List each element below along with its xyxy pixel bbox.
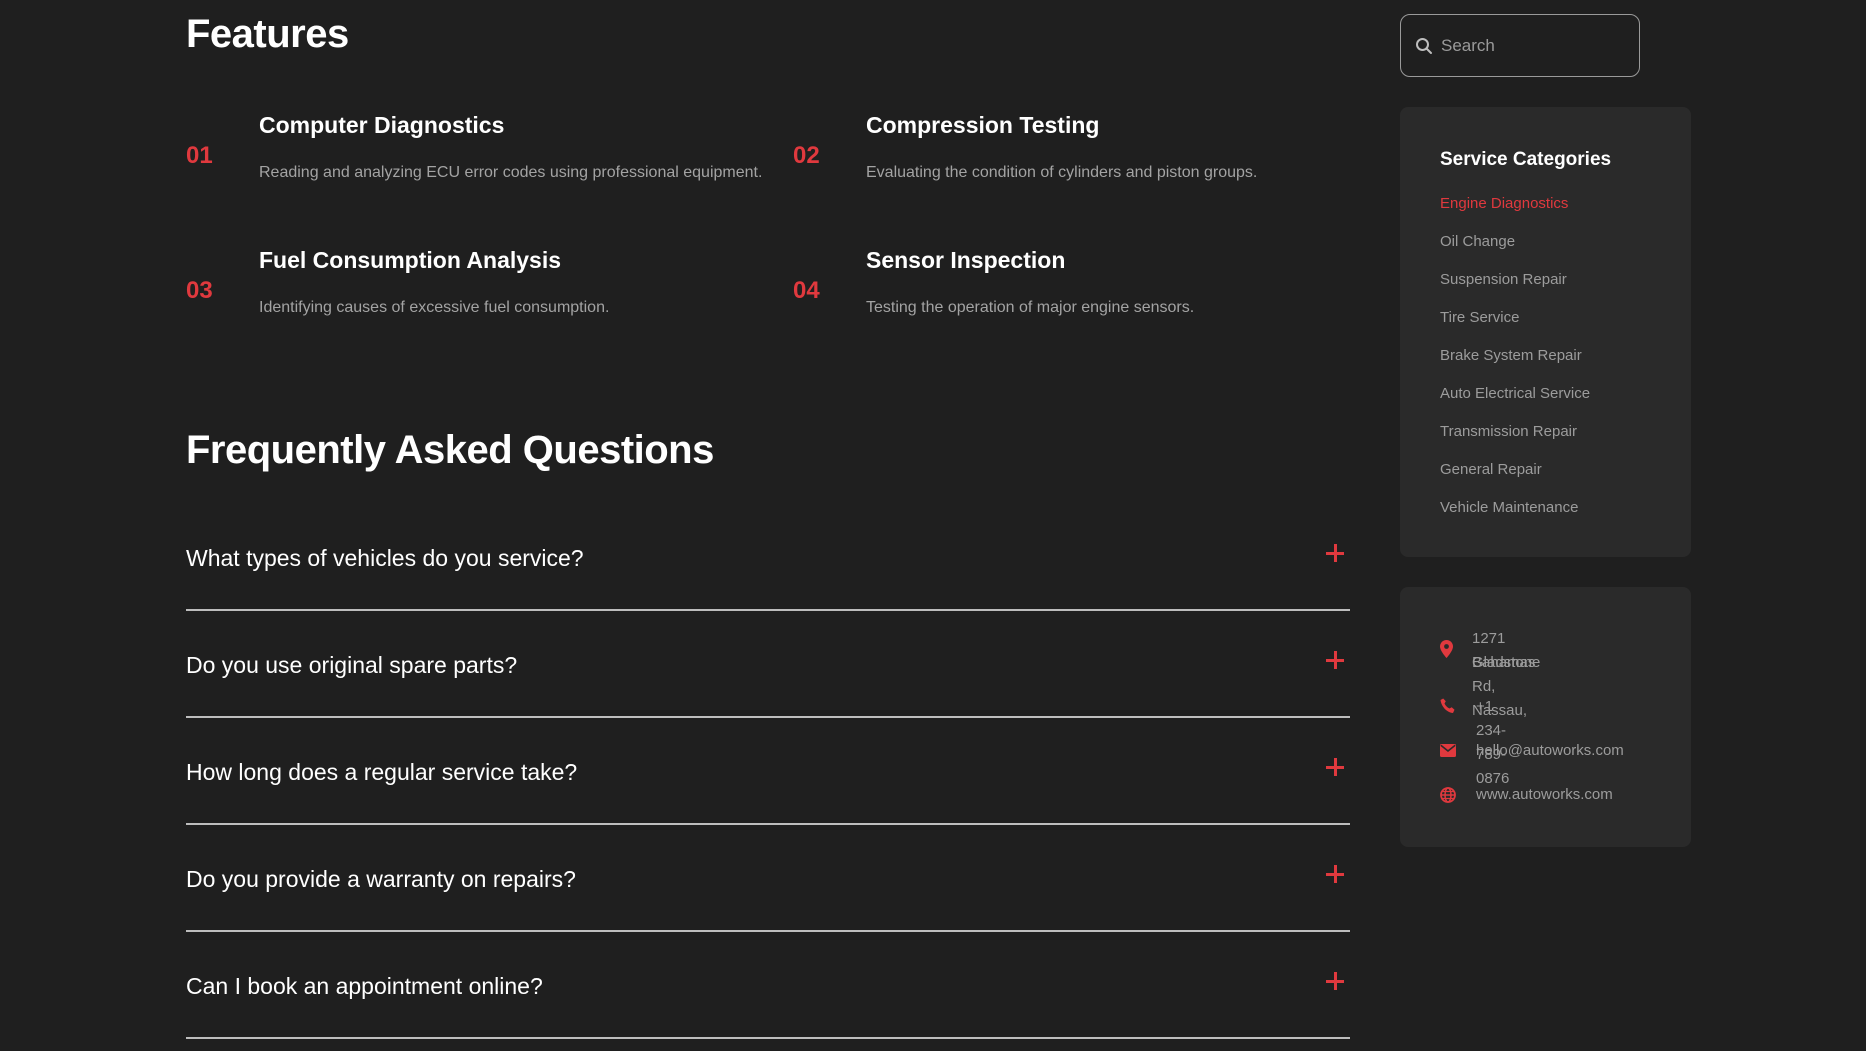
feature-item: 02 Compression Testing Evaluating the co… [793,102,1353,212]
faq-question: How long does a regular service take? [186,759,578,785]
faq-item-vehicle-types[interactable]: What types of vehicles do you service? [186,504,1350,611]
category-vehicle-maintenance[interactable]: Vehicle Maintenance [1440,499,1590,537]
search-icon [1416,38,1432,54]
feature-item: 03 Fuel Consumption Analysis Identifying… [186,237,746,347]
faq-question: What types of vehicles do you service? [186,545,584,571]
category-suspension-repair[interactable]: Suspension Repair [1440,271,1590,309]
location-pin-icon [1440,640,1453,658]
feature-description: Testing the operation of major engine se… [866,299,1195,316]
service-categories-panel: Service Categories Engine Diagnostics Oi… [1400,107,1691,557]
feature-item: 01 Computer Diagnostics Reading and anal… [186,102,762,212]
feature-number: 03 [186,277,213,304]
category-engine-diagnostics[interactable]: Engine Diagnostics [1440,195,1590,233]
feature-number: 01 [186,142,213,169]
feature-number: 04 [793,277,820,304]
feature-number: 02 [793,142,820,169]
feature-description: Identifying causes of excessive fuel con… [259,299,610,316]
categories-list: Engine Diagnostics Oil Change Suspension… [1440,195,1590,537]
email-address[interactable]: hello@autoworks.com [1476,739,1624,763]
page: Features 01 Computer Diagnostics Reading… [0,0,1866,1051]
mail-icon [1440,744,1456,757]
category-general-repair[interactable]: General Repair [1440,461,1590,499]
category-tire-service[interactable]: Tire Service [1440,309,1590,347]
plus-icon[interactable] [1326,651,1344,669]
contact-panel: 1271 Gladstone Rd, Nassau, Bahamas +1 23… [1400,587,1691,847]
faq-item-warranty[interactable]: Do you provide a warranty on repairs? [186,825,1350,932]
feature-title: Computer Diagnostics [259,112,505,138]
category-transmission-repair[interactable]: Transmission Repair [1440,423,1590,461]
faq-question: Do you provide a warranty on repairs? [186,866,576,892]
plus-icon[interactable] [1326,865,1344,883]
faq-question: Can I book an appointment online? [186,973,543,999]
category-brake-system-repair[interactable]: Brake System Repair [1440,347,1590,385]
plus-icon[interactable] [1326,544,1344,562]
faq-heading: Frequently Asked Questions [186,428,714,472]
feature-description: Reading and analyzing ECU error codes us… [259,164,763,181]
category-auto-electrical-service[interactable]: Auto Electrical Service [1440,385,1590,423]
category-oil-change[interactable]: Oil Change [1440,233,1590,271]
features-heading: Features [186,12,349,56]
feature-title: Sensor Inspection [866,247,1066,273]
feature-description: Evaluating the condition of cylinders an… [866,164,1258,181]
categories-heading: Service Categories [1440,149,1612,170]
plus-icon[interactable] [1326,972,1344,990]
faq-list: What types of vehicles do you service? D… [186,504,1350,1039]
globe-icon [1440,787,1456,803]
faq-item-book-online[interactable]: Can I book an appointment online? [186,932,1350,1039]
feature-title: Compression Testing [866,112,1100,138]
faq-question: Do you use original spare parts? [186,652,518,678]
faq-item-spare-parts[interactable]: Do you use original spare parts? [186,611,1350,718]
feature-title: Fuel Consumption Analysis [259,247,562,273]
website-url[interactable]: www.autoworks.com [1476,783,1613,807]
search-input[interactable] [1441,31,1626,61]
search-box [1400,14,1640,77]
faq-item-service-duration[interactable]: How long does a regular service take? [186,718,1350,825]
plus-icon[interactable] [1326,758,1344,776]
feature-item: 04 Sensor Inspection Testing the operati… [793,237,1353,347]
phone-icon [1440,698,1455,713]
address-line-2: Bahamas [1472,654,1536,671]
